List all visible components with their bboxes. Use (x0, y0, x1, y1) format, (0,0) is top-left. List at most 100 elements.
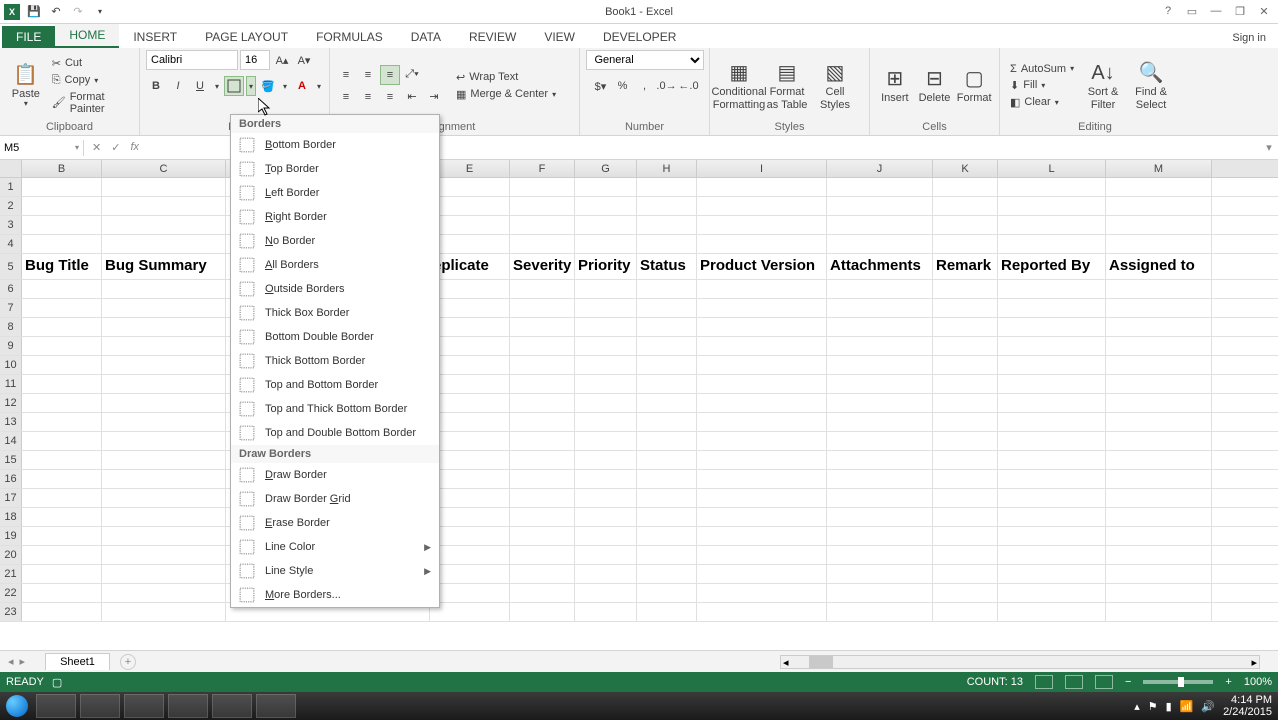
sort-filter-button[interactable]: A↓Sort & Filter (1080, 60, 1126, 110)
cell[interactable] (575, 197, 637, 215)
align-right-button[interactable]: ≡ (380, 87, 400, 107)
cell[interactable] (637, 299, 697, 317)
cell[interactable] (697, 584, 827, 602)
cell[interactable] (697, 318, 827, 336)
comma-button[interactable]: , (635, 76, 655, 96)
grow-font-button[interactable]: A▴ (272, 50, 292, 70)
tray-signal-icon[interactable]: 📶 (1180, 700, 1194, 713)
italic-button[interactable]: I (168, 76, 188, 96)
column-header[interactable]: G (575, 160, 637, 177)
sheet-nav-next-icon[interactable]: ▸ (20, 655, 26, 668)
sheet-tab[interactable]: Sheet1 (45, 653, 110, 670)
cell[interactable] (933, 603, 998, 621)
cell[interactable] (430, 375, 510, 393)
cell[interactable] (22, 216, 102, 234)
column-header[interactable]: I (697, 160, 827, 177)
cell[interactable] (510, 489, 575, 507)
cell[interactable] (510, 299, 575, 317)
normal-view-button[interactable] (1035, 675, 1053, 689)
cell[interactable] (827, 337, 933, 355)
cell[interactable] (827, 394, 933, 412)
cell[interactable] (430, 299, 510, 317)
format-cells-button[interactable]: ▢Format (955, 66, 993, 104)
cell[interactable] (827, 413, 933, 431)
cell[interactable] (998, 280, 1106, 298)
cell[interactable] (933, 527, 998, 545)
cell[interactable] (1106, 546, 1212, 564)
cell[interactable] (827, 527, 933, 545)
cell[interactable] (933, 489, 998, 507)
cell[interactable] (1106, 565, 1212, 583)
cell[interactable] (575, 489, 637, 507)
borders-menu-item-erase[interactable]: Erase Border (231, 511, 439, 535)
cell[interactable] (1106, 470, 1212, 488)
cell[interactable] (22, 318, 102, 336)
cell[interactable] (1106, 432, 1212, 450)
cell[interactable] (697, 413, 827, 431)
align-top-button[interactable]: ≡ (336, 65, 356, 85)
increase-indent-button[interactable]: ⇥ (424, 87, 444, 107)
cell[interactable] (998, 375, 1106, 393)
cell[interactable] (102, 584, 226, 602)
column-header[interactable]: M (1106, 160, 1212, 177)
cell[interactable] (102, 197, 226, 215)
cell[interactable] (697, 299, 827, 317)
taskbar-explorer[interactable] (36, 694, 76, 718)
cell[interactable] (637, 470, 697, 488)
cell-styles-button[interactable]: ▧Cell Styles (812, 60, 858, 110)
taskbar-excel[interactable] (256, 694, 296, 718)
cell[interactable] (637, 413, 697, 431)
borders-menu-item-grid[interactable]: Draw Border Grid (231, 487, 439, 511)
cell[interactable] (1106, 451, 1212, 469)
borders-menu-item-ttb[interactable]: Top and Thick Bottom Border (231, 397, 439, 421)
horizontal-scrollbar[interactable]: ◂▸ (780, 655, 1260, 669)
tab-file[interactable]: FILE (2, 26, 55, 48)
cell[interactable] (697, 546, 827, 564)
cell[interactable] (22, 394, 102, 412)
row-header[interactable]: 14 (0, 432, 22, 450)
cell[interactable] (933, 197, 998, 215)
align-bottom-button[interactable]: ≡ (380, 65, 400, 85)
cell[interactable] (22, 527, 102, 545)
cell[interactable] (697, 489, 827, 507)
cell[interactable] (998, 178, 1106, 196)
cell[interactable] (933, 432, 998, 450)
cell[interactable] (1106, 178, 1212, 196)
cell[interactable] (22, 375, 102, 393)
borders-menu-item-top[interactable]: Top Border (231, 157, 439, 181)
fill-color-dropdown[interactable]: ▾ (280, 76, 290, 96)
cell[interactable] (637, 451, 697, 469)
taskbar-chrome[interactable] (80, 694, 120, 718)
macro-record-icon[interactable]: ▢ (52, 676, 62, 689)
cell[interactable]: Priority (575, 254, 637, 279)
cell[interactable] (22, 280, 102, 298)
cell[interactable] (637, 584, 697, 602)
cell[interactable]: Bug Title (22, 254, 102, 279)
cell[interactable] (697, 394, 827, 412)
cell[interactable] (102, 432, 226, 450)
copy-button[interactable]: ⎘Copy▾ (48, 73, 133, 88)
cut-button[interactable]: ✂Cut (48, 56, 133, 71)
scroll-left-icon[interactable]: ◂ (783, 656, 789, 669)
cell[interactable] (22, 197, 102, 215)
cell[interactable] (102, 527, 226, 545)
redo-icon[interactable]: ↷ (70, 4, 86, 20)
zoom-slider[interactable] (1143, 680, 1213, 684)
cell[interactable] (933, 356, 998, 374)
cell[interactable] (575, 216, 637, 234)
cell[interactable] (933, 337, 998, 355)
cell[interactable] (510, 235, 575, 253)
cell[interactable] (430, 216, 510, 234)
cell[interactable] (827, 603, 933, 621)
cell[interactable] (430, 394, 510, 412)
cell[interactable] (510, 584, 575, 602)
row-header[interactable]: 22 (0, 584, 22, 602)
cell[interactable] (697, 356, 827, 374)
cell[interactable]: Bug Summary (102, 254, 226, 279)
cell[interactable] (697, 432, 827, 450)
cell[interactable] (102, 235, 226, 253)
cell[interactable] (827, 299, 933, 317)
cell[interactable] (827, 216, 933, 234)
align-middle-button[interactable]: ≡ (358, 65, 378, 85)
save-icon[interactable]: 💾 (26, 4, 42, 20)
